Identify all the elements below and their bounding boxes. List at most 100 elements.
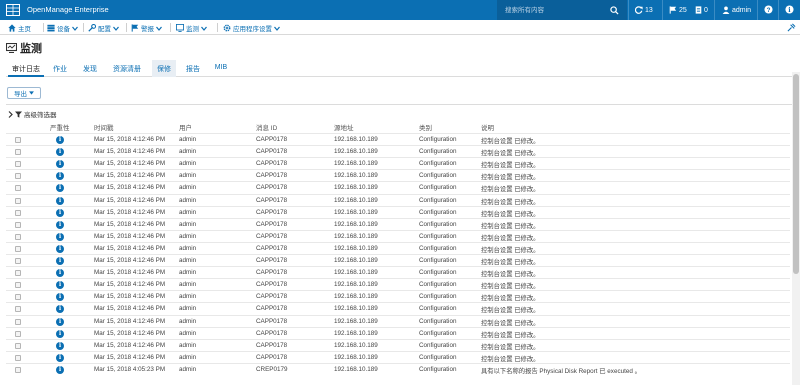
info-icon[interactable]: i [785, 5, 794, 14]
row-checkbox[interactable] [15, 258, 21, 264]
document-icon [695, 6, 702, 14]
scrollbar-thumb[interactable] [793, 74, 799, 274]
cell-message-id: CAPP0178 [256, 281, 288, 289]
tab-reports[interactable]: 报告 [181, 60, 205, 77]
severity-info-icon: i [56, 293, 64, 302]
column-header-category[interactable]: 类别 [419, 122, 432, 132]
row-checkbox[interactable] [15, 137, 21, 143]
cell-category: Configuration [419, 232, 457, 240]
table-row[interactable]: i Mar 15, 2018 4:12:46 PM admin CAPP0178 192… [6, 338, 790, 351]
warranty-button[interactable]: 0 [695, 5, 708, 15]
row-checkbox[interactable] [15, 173, 21, 180]
vertical-scrollbar[interactable] [792, 72, 800, 385]
cell-user: admin [179, 317, 197, 325]
alerts-button[interactable]: 25 [669, 5, 687, 15]
table-row[interactable]: i Mar 15, 2018 4:12:46 PM admin CAPP0178 192… [6, 326, 790, 339]
row-checkbox[interactable] [15, 318, 21, 325]
row-checkbox[interactable] [15, 282, 21, 289]
cell-timestamp: Mar 15, 2018 4:12:46 PM [94, 172, 166, 180]
nav-alerts[interactable]: 警报 [131, 23, 162, 33]
row-checkbox[interactable] [15, 366, 21, 373]
table-row[interactable]: i Mar 15, 2018 4:12:46 PM admin CAPP0178 192… [6, 241, 790, 254]
user-menu[interactable]: admin [722, 5, 751, 15]
table-row[interactable]: i Mar 15, 2018 4:12:46 PM admin CAPP0178 192… [6, 302, 790, 314]
export-button[interactable]: 导出 [7, 87, 41, 99]
table-row[interactable]: i Mar 15, 2018 4:12:46 PM admin CAPP0178 192… [6, 314, 790, 327]
search-icon[interactable] [610, 6, 619, 15]
jobs-button[interactable]: 13 [635, 5, 653, 15]
separator [83, 23, 84, 32]
row-checkbox[interactable] [15, 233, 21, 240]
table-row[interactable]: i Mar 15, 2018 4:12:46 PM admin CAPP0178 192… [6, 217, 790, 230]
separator [714, 0, 715, 20]
table-row[interactable]: i Mar 15, 2018 4:12:46 PM admin CAPP0178 192… [6, 229, 790, 242]
row-checkbox[interactable] [15, 330, 21, 337]
table-row[interactable]: i Mar 15, 2018 4:12:46 PM admin CAPP0178 192… [6, 278, 790, 290]
column-header-description[interactable]: 说明 [481, 122, 494, 132]
column-header-timestamp[interactable]: 时间戳 [94, 122, 114, 132]
cell-category: Configuration [419, 220, 457, 228]
cell-user: admin [179, 353, 197, 361]
row-checkbox[interactable] [15, 270, 21, 277]
page-header: 监测 [6, 40, 42, 56]
nav-monitor[interactable]: 监测 [176, 23, 207, 33]
table-row[interactable]: i Mar 15, 2018 4:12:46 PM admin CAPP0178 192… [6, 157, 790, 169]
row-checkbox[interactable] [15, 221, 21, 228]
row-checkbox[interactable] [15, 197, 21, 204]
cell-timestamp: Mar 15, 2018 4:12:46 PM [94, 341, 166, 349]
search-box[interactable] [497, 0, 627, 20]
row-checkbox[interactable] [15, 185, 21, 192]
table-row[interactable]: i Mar 15, 2018 4:12:46 PM admin CAPP0178 192… [6, 133, 790, 145]
row-checkbox[interactable] [15, 245, 21, 252]
tab-warranty[interactable]: 保修 [152, 60, 176, 77]
table-header: 严重性 时间戳 用户 消息 ID 源地址 类别 说明 [6, 120, 790, 132]
table-row[interactable]: i Mar 15, 2018 4:12:46 PM admin CAPP0178 192… [6, 254, 790, 266]
row-checkbox[interactable] [15, 342, 21, 349]
row-checkbox[interactable] [15, 294, 21, 301]
table-row[interactable]: i Mar 15, 2018 4:12:46 PM admin CAPP0178 192… [6, 266, 790, 278]
cell-timestamp: Mar 15, 2018 4:12:46 PM [94, 160, 166, 168]
severity-info-icon: i [56, 160, 64, 169]
table-row[interactable]: i Mar 15, 2018 4:12:46 PM admin CAPP0178 192… [6, 193, 790, 206]
cell-timestamp: Mar 15, 2018 4:05:23 PM [94, 365, 166, 373]
flag-icon [669, 6, 677, 14]
tab-jobs[interactable]: 作业 [48, 60, 72, 77]
row-checkbox[interactable] [15, 161, 21, 168]
nav-app-settings[interactable]: 应用程序设置 [223, 23, 280, 33]
cell-category: Configuration [419, 329, 457, 337]
row-checkbox[interactable] [15, 209, 21, 216]
column-header-message-id[interactable]: 消息 ID [256, 122, 277, 132]
nav-home[interactable]: 主页 [8, 23, 31, 33]
cell-user: admin [179, 244, 197, 252]
column-header-user[interactable]: 用户 [179, 122, 192, 132]
search-input[interactable] [505, 5, 605, 15]
row-checkbox[interactable] [15, 149, 21, 156]
nav-configuration[interactable]: 配置 [88, 23, 119, 33]
cell-timestamp: Mar 15, 2018 4:12:46 PM [94, 136, 166, 143]
severity-info-icon: i [56, 257, 64, 265]
table-row[interactable]: i Mar 15, 2018 4:12:46 PM admin CAPP0178 192… [6, 181, 790, 193]
tab-discovery[interactable]: 发现 [78, 60, 102, 77]
row-checkbox[interactable] [15, 354, 21, 361]
table-row[interactable]: i Mar 15, 2018 4:12:46 PM admin CAPP0178 192… [6, 350, 790, 363]
pin-icon[interactable] [787, 23, 796, 32]
row-checkbox[interactable] [15, 306, 21, 313]
top-bar: OpenManage Enterprise 13 25 0 [0, 0, 800, 20]
table-row[interactable]: i Mar 15, 2018 4:12:46 PM admin CAPP0178 192… [6, 145, 790, 157]
tab-inventory[interactable]: 资源清册 [108, 60, 146, 77]
table-row[interactable]: i Mar 15, 2018 4:12:46 PM admin CAPP0178 192… [6, 169, 790, 181]
column-header-severity[interactable]: 严重性 [50, 122, 70, 132]
advanced-filter-toggle[interactable]: 高级筛选器 [8, 109, 57, 119]
column-header-source[interactable]: 源地址 [334, 122, 354, 132]
tab-audit-log[interactable]: 审计日志 [8, 60, 44, 77]
table-row[interactable]: i Mar 15, 2018 4:12:46 PM admin CAPP0178 192… [6, 205, 790, 218]
table-row[interactable]: i Mar 15, 2018 4:05:23 PM admin CREP0179 192… [6, 362, 790, 375]
table-row[interactable]: i Mar 15, 2018 4:12:46 PM admin CAPP0178 192… [6, 290, 790, 302]
cell-timestamp: Mar 15, 2018 4:12:46 PM [94, 305, 166, 313]
tab-mib[interactable]: MIB [210, 60, 232, 77]
cell-message-id: CAPP0178 [256, 341, 288, 349]
cell-user: admin [179, 293, 197, 301]
cell-description: 控制台设置 已修改。 [481, 222, 540, 230]
help-icon[interactable]: ? [764, 5, 773, 14]
nav-devices[interactable]: 设备 [47, 23, 78, 33]
